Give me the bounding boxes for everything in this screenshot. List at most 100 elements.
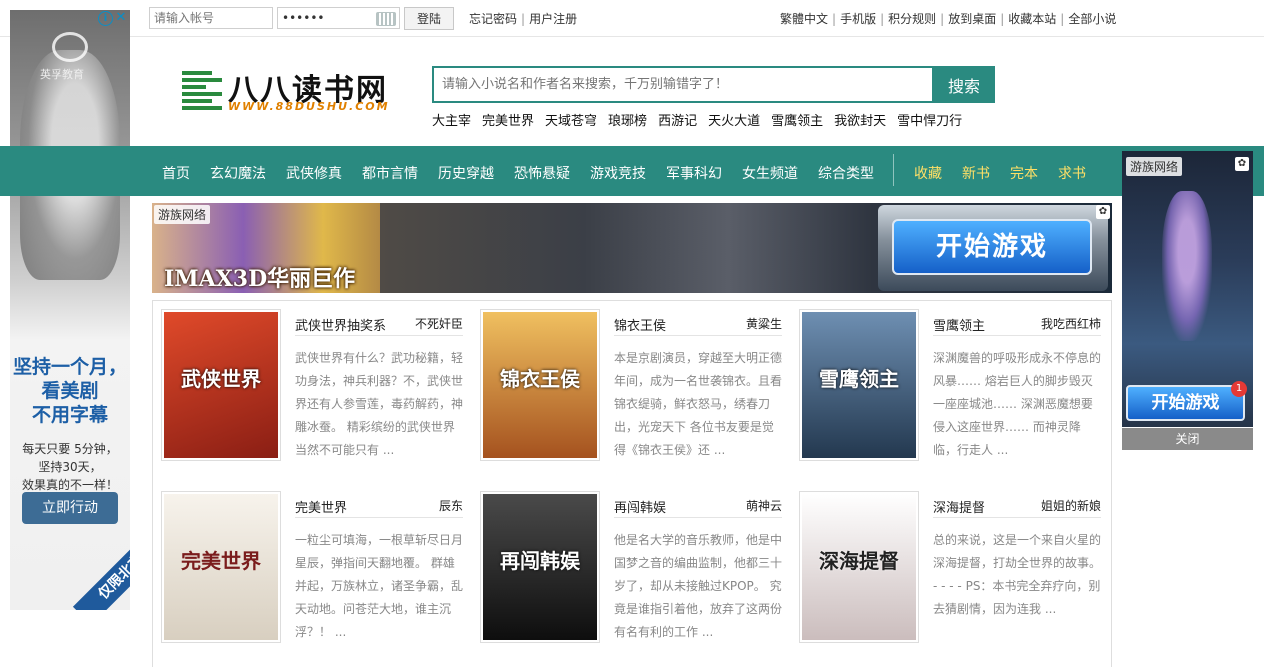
book-card[interactable]: 雪鹰领主 雪鹰领主 我吃西红柿 深渊魔兽的呼吸形成永不停息的风暴…… 熔岩巨人的… <box>791 301 1101 461</box>
book-description: 总的来说，这是一个来自火星的深海提督，打劫全世界的故事。 - - - - PS：… <box>933 533 1101 616</box>
ad-info-icon[interactable]: i <box>98 11 113 26</box>
forgot-password-link[interactable]: 忘记密码 <box>469 12 517 26</box>
logo-mark-icon <box>182 69 222 110</box>
site-logo[interactable]: 八八读书网 WWW.88DUSHU.COM <box>182 67 402 115</box>
book-title[interactable]: 武侠世界抽奖系 <box>295 315 386 334</box>
hot-keyword-link[interactable]: 雪中悍刀行 <box>897 114 962 129</box>
book-cover[interactable]: 雪鹰领主 <box>799 309 919 461</box>
nav-completed[interactable]: 完本 <box>1010 163 1038 183</box>
hot-keyword-link[interactable]: 西游记 <box>658 114 697 129</box>
add-to-desktop-link[interactable]: 放到桌面 <box>948 12 996 26</box>
nav-urban[interactable]: 都市言情 <box>362 163 418 183</box>
book-title[interactable]: 锦衣王侯 <box>614 315 666 334</box>
username-input[interactable] <box>149 7 273 29</box>
ad-close-icon[interactable]: ✕ <box>114 11 128 25</box>
hot-keyword-link[interactable]: 完美世界 <box>482 114 534 129</box>
keyboard-icon[interactable] <box>376 12 396 26</box>
logo-url: WWW.88DUSHU.COM <box>228 100 390 113</box>
traditional-chinese-link[interactable]: 繁體中文 <box>780 12 828 26</box>
start-game-button[interactable]: 开始游戏 <box>892 219 1092 275</box>
nav-wuxia[interactable]: 武侠修真 <box>286 163 342 183</box>
nav-new-books[interactable]: 新书 <box>962 163 990 183</box>
book-description: 武侠世界有什么？武功秘籍，轻功身法，神兵利器？不，武侠世界还有人参雪莲，毒药解药… <box>295 351 463 457</box>
divider <box>295 335 463 336</box>
book-title[interactable]: 完美世界 <box>295 497 347 516</box>
game-banner-ad[interactable]: 游族网络 IMAX3D华丽巨作 开始游戏 ✿ <box>152 203 1112 293</box>
hot-keyword-link[interactable]: 天火大道 <box>708 114 760 129</box>
banner-cta-frame: 开始游戏 <box>878 205 1108 291</box>
book-author[interactable]: 我吃西红柿 <box>1041 315 1101 332</box>
all-novels-link[interactable]: 全部小说 <box>1068 12 1116 26</box>
ad-body-text: 每天只要 5分钟， 坚持30天， 效果真的不一样！ <box>21 442 118 492</box>
hot-keyword-link[interactable]: 琅琊榜 <box>608 114 647 129</box>
divider <box>614 335 782 336</box>
nav-history[interactable]: 历史穿越 <box>438 163 494 183</box>
book-card[interactable]: 锦衣王侯 锦衣王侯 黄粱生 本是京剧演员，穿越至大明正德年间，成为一名世袭锦衣。… <box>472 301 782 461</box>
divider <box>295 517 463 518</box>
ad-headline: 坚持一个月， 看美剧 不用字幕 <box>12 356 127 426</box>
cover-art: 再闯韩娱 <box>483 494 597 640</box>
divider <box>614 517 782 518</box>
right-ad-start-game-button[interactable]: 开始游戏 <box>1126 385 1245 421</box>
book-card[interactable]: 完美世界 完美世界 辰东 一粒尘可填海，一根草斩尽日月星辰，弹指间天翻地覆。 群… <box>153 483 463 643</box>
main-nav: 首页 玄幻魔法 武侠修真 都市言情 历史穿越 恐怖悬疑 游戏竞技 军事科幻 女生… <box>0 146 1264 196</box>
book-author[interactable]: 不死奸臣 <box>415 315 463 332</box>
separator: | <box>521 12 526 26</box>
paw-icon: ✿ <box>1096 205 1110 219</box>
nav-favorites[interactable]: 收藏 <box>914 163 942 183</box>
nav-fantasy[interactable]: 玄幻魔法 <box>210 163 266 183</box>
ad-cta-button[interactable]: 立即行动 <box>22 492 118 524</box>
right-ad-close-button[interactable]: 关闭 <box>1122 428 1253 450</box>
hot-keyword-link[interactable]: 我欲封天 <box>834 114 886 129</box>
book-description: 他是名大学的音乐教师，他是中国梦之音的编曲监制，他都三十岁了，却从未接触过KPO… <box>614 533 782 639</box>
notification-badge: 1 <box>1231 381 1247 397</box>
banner-title: IMAX3D华丽巨作 <box>164 266 356 292</box>
nav-home[interactable]: 首页 <box>162 163 190 183</box>
register-link[interactable]: 用户注册 <box>529 12 577 26</box>
points-rules-link[interactable]: 积分规则 <box>888 12 936 26</box>
nav-general[interactable]: 综合类型 <box>818 163 874 183</box>
nav-horror[interactable]: 恐怖悬疑 <box>514 163 570 183</box>
book-title[interactable]: 深海提督 <box>933 497 985 516</box>
book-title[interactable]: 雪鹰领主 <box>933 315 985 334</box>
hot-keyword-link[interactable]: 雪鹰领主 <box>771 114 823 129</box>
nav-request[interactable]: 求书 <box>1058 163 1086 183</box>
top-login-bar: 登陆 忘记密码 |用户注册 繁體中文|手机版|积分规则|放到桌面|收藏本站|全部小… <box>0 0 1264 37</box>
book-card[interactable]: 武侠世界 武侠世界抽奖系 不死奸臣 武侠世界有什么？武功秘籍，轻功身法，神兵利器… <box>153 301 463 461</box>
book-title[interactable]: 再闯韩娱 <box>614 497 666 516</box>
right-advertisement[interactable]: 游族网络 ✿ 开始游戏 1 关闭 <box>1122 151 1253 450</box>
hot-keywords: 大主宰 完美世界 天域苍穹 琅琊榜 西游记 天火大道 雪鹰领主 我欲封天 雪中悍刀行 <box>432 110 973 129</box>
book-cover[interactable]: 完美世界 <box>161 491 281 643</box>
book-author[interactable]: 萌神云 <box>746 497 782 514</box>
login-button[interactable]: 登陆 <box>404 7 454 30</box>
nav-female[interactable]: 女生频道 <box>742 163 798 183</box>
book-author[interactable]: 辰东 <box>439 497 463 514</box>
hot-keyword-link[interactable]: 大主宰 <box>432 114 471 129</box>
cover-art: 雪鹰领主 <box>802 312 916 458</box>
search-input[interactable] <box>432 66 934 103</box>
right-ad-brand: 游族网络 <box>1126 157 1183 176</box>
ad-brand-logo-icon <box>52 32 88 62</box>
book-author[interactable]: 黄粱生 <box>746 315 782 332</box>
book-cover[interactable]: 再闯韩娱 <box>480 491 600 643</box>
account-links: 忘记密码 | 用户注册 <box>469 10 577 27</box>
book-cover[interactable]: 武侠世界 <box>161 309 281 461</box>
book-card[interactable]: 深海提督 深海提督 姐姐的新娘 总的来说，这是一个来自火星的深海提督，打劫全世界… <box>791 483 1101 643</box>
book-card[interactable]: 再闯韩娱 再闯韩娱 萌神云 他是名大学的音乐教师，他是中国梦之音的编曲监制，他都… <box>472 483 782 643</box>
cover-art: 武侠世界 <box>164 312 278 458</box>
hot-keyword-link[interactable]: 天域苍穹 <box>545 114 597 129</box>
book-cover[interactable]: 深海提督 <box>799 491 919 643</box>
book-cover[interactable]: 锦衣王侯 <box>480 309 600 461</box>
ad-ribbon: 仅限北京 <box>72 528 130 610</box>
book-description: 深渊魔兽的呼吸形成永不停息的风暴…… 熔岩巨人的脚步毁灭一座座城池…… 深渊恶魔… <box>933 351 1101 457</box>
ad-brand-name: 英孚教育 <box>40 68 84 81</box>
bookmark-site-link[interactable]: 收藏本站 <box>1008 12 1056 26</box>
search-button[interactable]: 搜索 <box>933 66 995 103</box>
nav-games[interactable]: 游戏竞技 <box>590 163 646 183</box>
site-links: 繁體中文 | 手机版 | 积分规则 | 放到桌面 | 收藏本站 | 全部小说 <box>780 12 1117 26</box>
cover-art: 锦衣王侯 <box>483 312 597 458</box>
book-author[interactable]: 姐姐的新娘 <box>1041 497 1101 514</box>
nav-scifi[interactable]: 军事科幻 <box>666 163 722 183</box>
mobile-link[interactable]: 手机版 <box>840 12 876 26</box>
left-advertisement[interactable]: 英孚教育 i ✕ 坚持一个月， 看美剧 不用字幕 每天只要 5分钟， 坚持30天… <box>10 10 130 610</box>
